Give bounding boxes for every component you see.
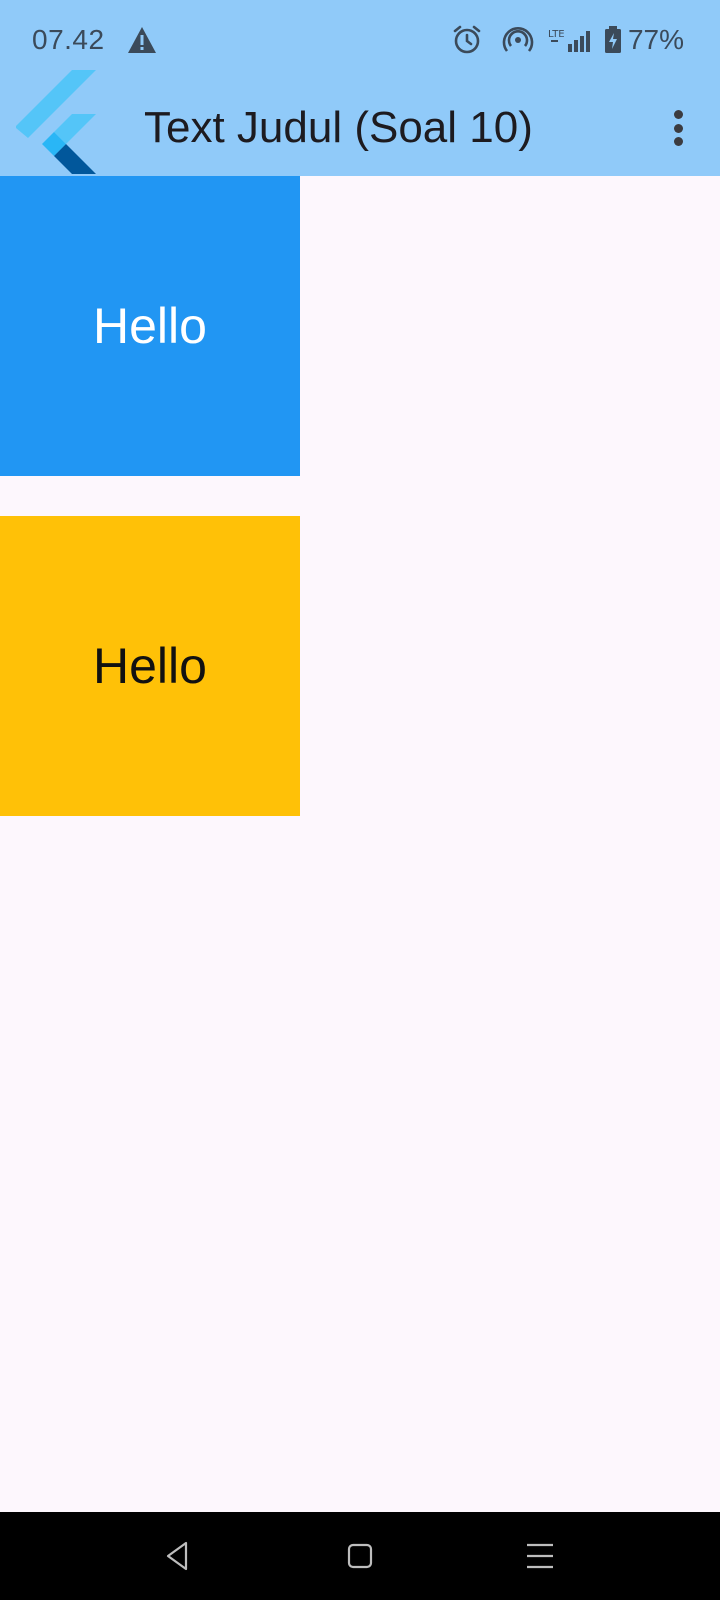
amber-hello-box: Hello <box>0 516 300 816</box>
recents-icon[interactable] <box>522 1538 558 1574</box>
status-left: 07.42 <box>32 24 157 56</box>
signal-icon: LTE <box>548 29 590 52</box>
status-right: LTE 77% <box>452 24 684 56</box>
hotspot-icon <box>502 27 534 52</box>
status-time: 07.42 <box>32 24 105 55</box>
alarm-icon <box>453 25 481 54</box>
more-vert-icon <box>673 110 683 119</box>
back-icon[interactable] <box>160 1538 196 1574</box>
battery-charging-icon <box>604 26 621 53</box>
system-nav-bar <box>0 1512 720 1600</box>
blue-hello-box: Hello <box>0 176 300 476</box>
more-vert-icon-dot <box>673 137 683 146</box>
blue-box-label: Hello <box>93 298 207 354</box>
amber-box-label: Hello <box>93 638 207 694</box>
flutter-logo <box>16 70 96 174</box>
status-bar: 07.42 LTE 77% <box>0 0 720 80</box>
screen: 07.42 LTE 77% Text Judul (Soal 10) Hello… <box>0 0 720 1600</box>
more-vert-button[interactable] <box>666 104 690 152</box>
battery-percent: 77% <box>627 24 684 55</box>
home-icon[interactable] <box>342 1538 378 1574</box>
network-label: LTE <box>548 29 565 40</box>
warning-icon <box>127 27 156 53</box>
more-vert-icon-dot <box>673 123 683 133</box>
app-title: Text Judul (Soal 10) <box>144 103 533 152</box>
app-bar: Text Judul (Soal 10) <box>0 70 720 176</box>
